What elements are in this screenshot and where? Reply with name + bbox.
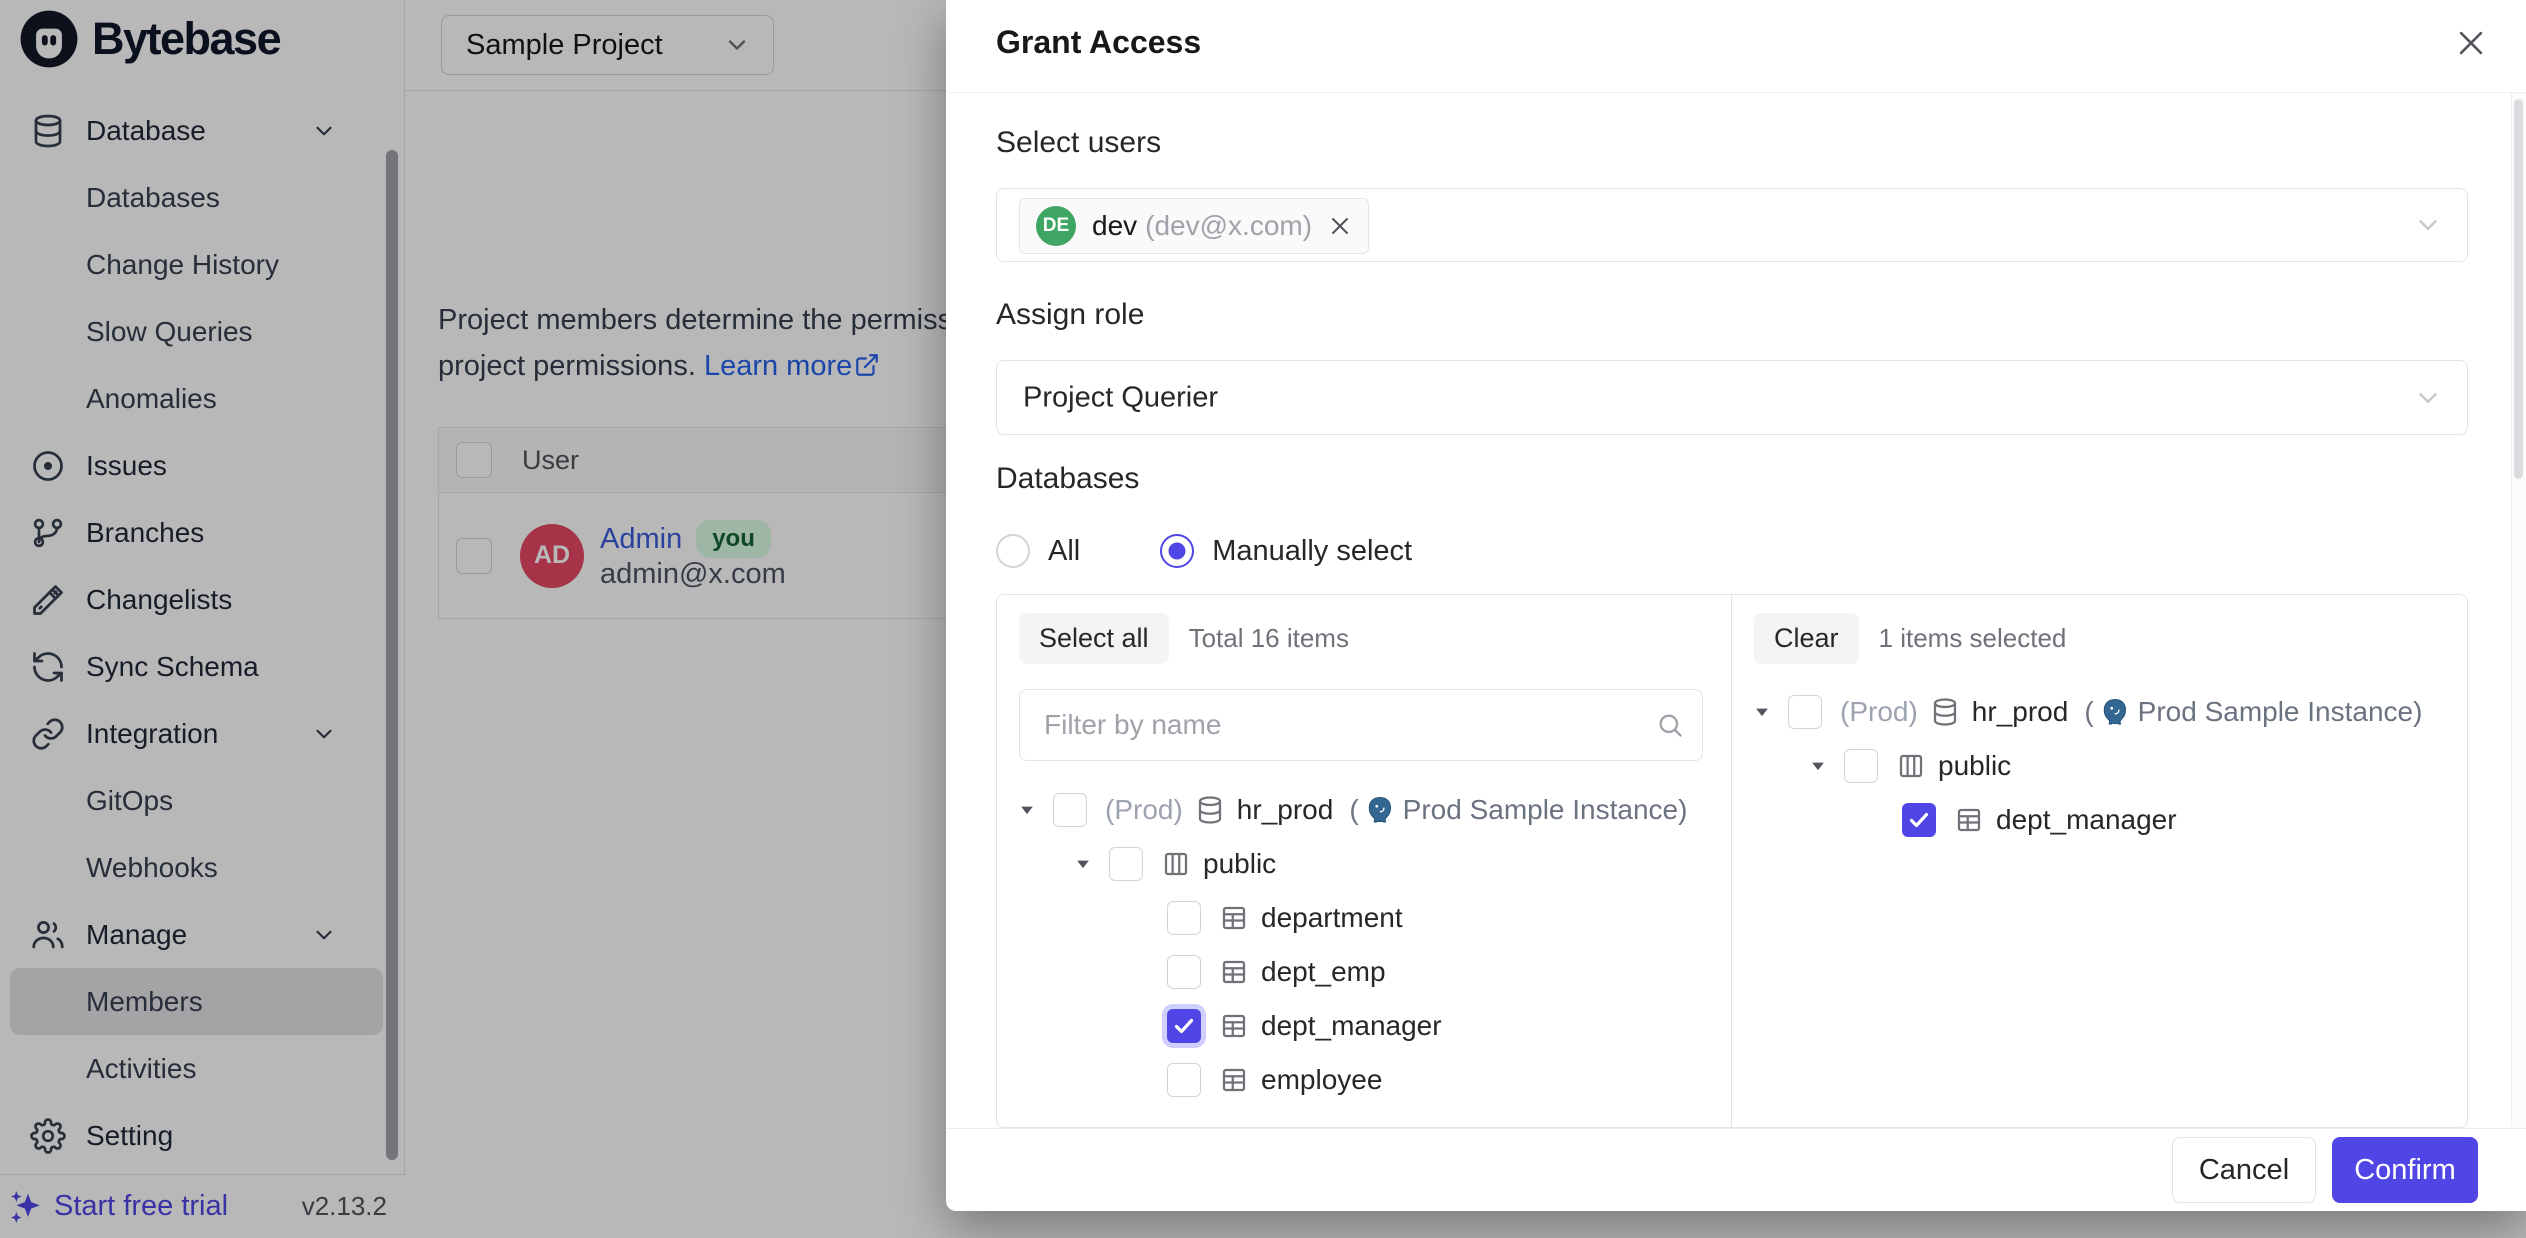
table-name: dept_manager [1261,1010,1442,1042]
grant-access-modal: Grant Access Select users DE dev (dev@x.… [946,0,2526,1210]
table-name: dept_emp [1261,956,1386,988]
table-icon [1219,957,1249,987]
radio-manually-select[interactable] [1160,534,1194,568]
env-label: (Prod) [1840,696,1918,728]
checkbox[interactable] [1109,847,1143,881]
database-scope-radios: All Manually select [996,534,1412,568]
tree-row[interactable]: (Prod) hr_prod ( Prod Sample Instance) [1742,685,2457,739]
table-name: dept_manager [1996,804,2177,836]
checkbox[interactable] [1788,695,1822,729]
tree-row[interactable]: dept_manager [1007,999,1721,1053]
modal-title: Grant Access [996,24,1201,61]
user-chip: DE dev (dev@x.com) [1019,198,1369,254]
instance-label: Prod Sample Instance) [2138,696,2423,728]
checkbox[interactable] [1167,1063,1201,1097]
tree-row[interactable]: employee [1007,1053,1721,1107]
caret-down-icon[interactable] [1073,854,1093,874]
tree-row[interactable]: dept_emp [1007,945,1721,999]
instance-label: Prod Sample Instance) [1403,794,1688,826]
table-icon [1219,903,1249,933]
picker-selected-panel: Clear 1 items selected (Prod) hr_prod ( … [1732,595,2467,1127]
radio-all[interactable] [996,534,1030,568]
picker-source-panel: Select all Total 16 items (Prod) h [997,595,1732,1127]
modal-header: Grant Access [946,0,2526,93]
checkbox[interactable] [1167,955,1201,989]
select-all-button[interactable]: Select all [1019,613,1169,664]
filter-input[interactable] [1020,690,1702,760]
schema-name: public [1203,848,1276,880]
total-items-label: Total 16 items [1189,623,1349,654]
role-select-value: Project Querier [1023,381,1218,414]
clear-button[interactable]: Clear [1754,613,1859,664]
tree-row[interactable]: dept_manager [1742,793,2457,847]
confirm-button[interactable]: Confirm [2332,1137,2478,1203]
postgresql-icon [2100,697,2130,727]
schema-name: public [1938,750,2011,782]
remove-chip-icon[interactable] [1328,214,1352,238]
checkbox[interactable] [1167,901,1201,935]
chevron-down-icon [2413,210,2443,240]
paren: ( [1349,794,1358,826]
tree-row[interactable]: public [1007,837,1721,891]
database-name: hr_prod [1237,794,1334,826]
schema-icon [1896,751,1926,781]
cancel-button[interactable]: Cancel [2172,1137,2316,1203]
source-tree: (Prod) hr_prod ( Prod Sample Instance) p… [1007,783,1721,1107]
search-icon [1656,711,1684,739]
table-name: employee [1261,1064,1382,1096]
chevron-down-icon [2413,383,2443,413]
caret-down-icon[interactable] [1752,702,1772,722]
modal-footer: Cancel Confirm [946,1128,2526,1211]
table-icon [1954,805,1984,835]
paren: ( [2084,696,2093,728]
postgresql-icon [1365,795,1395,825]
select-users-label: Select users [996,126,1161,160]
database-name: hr_prod [1972,696,2069,728]
assign-role-label: Assign role [996,298,1144,332]
chip-user-email: (dev@x.com) [1145,210,1312,242]
checkbox[interactable] [1053,793,1087,827]
selected-tree: (Prod) hr_prod ( Prod Sample Instance) p… [1742,685,2457,847]
select-users-input[interactable]: DE dev (dev@x.com) [996,188,2468,262]
schema-icon [1161,849,1191,879]
caret-down-icon[interactable] [1808,756,1828,776]
database-icon [1195,795,1225,825]
screen: Bytebase Database Databases Change Histo… [0,0,2526,1238]
checkbox[interactable] [1844,749,1878,783]
tree-row[interactable]: (Prod) hr_prod ( Prod Sample Instance) [1007,783,1721,837]
checkbox-checked[interactable] [1902,803,1936,837]
tree-row[interactable]: public [1742,739,2457,793]
selected-count-label: 1 items selected [1879,623,2067,654]
radio-manual-label: Manually select [1212,535,1412,568]
database-icon [1930,697,1960,727]
tree-row[interactable]: department [1007,891,1721,945]
radio-all-label: All [1048,535,1080,568]
chip-user-name: dev [1092,210,1137,242]
modal-scrollbar[interactable] [2511,93,2526,1127]
caret-down-icon[interactable] [1017,800,1037,820]
role-select[interactable]: Project Querier [996,360,2468,435]
env-label: (Prod) [1105,794,1183,826]
table-icon [1219,1065,1249,1095]
databases-label: Databases [996,462,1139,496]
table-icon [1219,1011,1249,1041]
filter-box [1019,689,1703,761]
avatar: DE [1036,206,1076,246]
checkbox-checked[interactable] [1167,1009,1201,1043]
table-name: department [1261,902,1403,934]
close-icon[interactable] [2454,26,2488,60]
database-picker: Select all Total 16 items (Prod) h [996,594,2468,1128]
